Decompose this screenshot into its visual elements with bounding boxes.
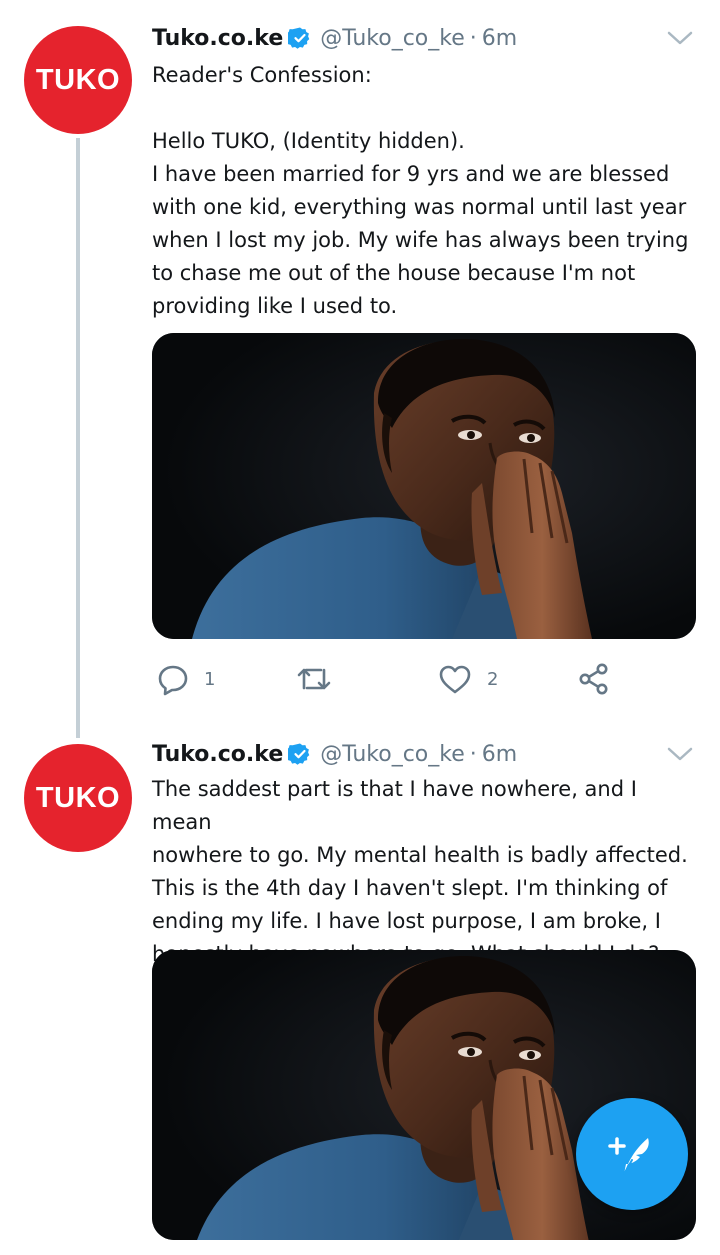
like-count: 2	[487, 668, 499, 690]
tweet-timeline: TUKO Tuko.co.ke @Tuko_co_ke · 6m Reader'…	[0, 0, 720, 1255]
separator-dot: ·	[469, 25, 477, 51]
reply-icon	[158, 665, 188, 696]
heart-icon	[439, 665, 471, 694]
author-handle[interactable]: @Tuko_co_ke	[320, 26, 465, 51]
author-name[interactable]: Tuko.co.ke	[152, 742, 283, 767]
share-button[interactable]	[577, 659, 611, 699]
chevron-down-icon[interactable]	[666, 744, 694, 764]
tweet-media-image[interactable]	[152, 333, 696, 639]
avatar[interactable]: TUKO	[24, 26, 132, 134]
author-handle[interactable]: @Tuko_co_ke	[320, 742, 465, 767]
verified-badge-icon	[288, 27, 310, 49]
avatar-logo-text: TUKO	[35, 63, 121, 96]
compose-tweet-icon	[608, 1137, 649, 1175]
reply-button[interactable]: 1	[156, 659, 215, 699]
tweet[interactable]: TUKO Tuko.co.ke @Tuko_co_ke · 6m Reader'…	[0, 0, 720, 738]
retweet-button[interactable]	[296, 659, 346, 699]
tweet-timestamp[interactable]: 6m	[482, 742, 517, 767]
tweet-header: Tuko.co.ke @Tuko_co_ke · 6m	[152, 22, 517, 54]
tweet-text: The saddest part is that I have nowhere,…	[152, 777, 688, 966]
chevron-down-icon[interactable]	[666, 28, 694, 48]
share-icon	[579, 663, 608, 695]
separator-dot: ·	[469, 741, 477, 767]
thread-connector-line	[76, 138, 80, 738]
compose-tweet-button[interactable]	[576, 1098, 688, 1210]
retweet-icon	[297, 668, 331, 690]
like-button[interactable]: 2	[437, 659, 498, 699]
tweet-actions: 1 2	[152, 659, 697, 699]
tweet-text: Reader's Confession: Hello TUKO, (Identi…	[152, 63, 689, 318]
verified-badge-icon	[288, 743, 310, 765]
photo-man-praying-hands-icon	[152, 333, 696, 639]
avatar-logo-text: TUKO	[35, 781, 121, 814]
reply-count: 1	[204, 668, 216, 690]
avatar[interactable]: TUKO	[24, 744, 132, 852]
author-name[interactable]: Tuko.co.ke	[152, 26, 283, 51]
tweet-timestamp[interactable]: 6m	[482, 26, 517, 51]
tweet-header: Tuko.co.ke @Tuko_co_ke · 6m	[152, 738, 517, 770]
